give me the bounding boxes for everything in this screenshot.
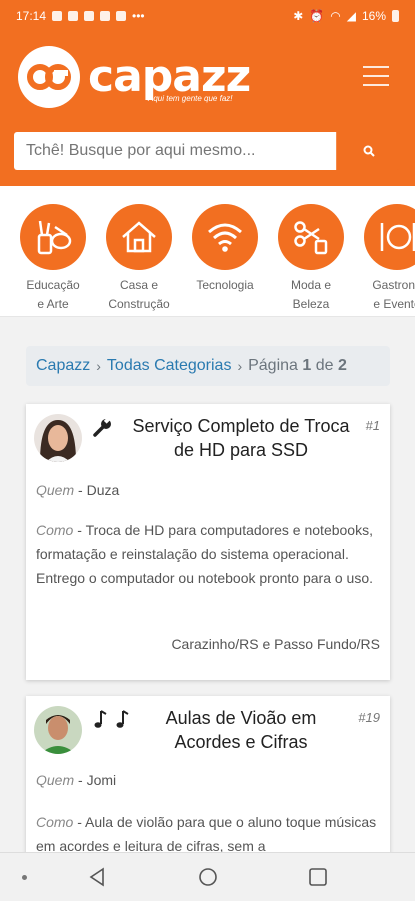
wifi-icon xyxy=(208,223,242,252)
category-icon-circle xyxy=(106,204,172,270)
listing-location: Carazinho/RS e Passo Fundo/RS xyxy=(171,636,380,652)
who-label: Quem xyxy=(36,482,75,498)
category-fashion-beauty[interactable]: Moda e Beleza xyxy=(268,204,354,314)
scissors-icon xyxy=(294,221,328,255)
who-label: Quem xyxy=(36,772,75,788)
mail-icon xyxy=(116,11,127,21)
breadcrumb: Capazz › Todas Categorias › Página 1 de … xyxy=(26,346,390,386)
breadcrumb-page-total: 2 xyxy=(338,357,347,374)
category-label: Educação xyxy=(26,278,80,292)
breadcrumb-separator: › xyxy=(237,358,243,374)
logo-wordmark: capazz xyxy=(88,51,251,102)
status-bar: 17:14 ••• ✱ ⏰ ◠ ◢ 16% xyxy=(0,0,415,32)
category-icon-circle xyxy=(20,204,86,270)
category-label: Beleza xyxy=(292,297,330,311)
bluetooth-icon: ✱ xyxy=(293,9,304,23)
upload-icon xyxy=(52,11,63,21)
how-label: Como xyxy=(36,522,74,538)
nav-dot-icon xyxy=(22,875,27,880)
listing-number: #1 xyxy=(365,418,380,433)
avatar xyxy=(34,414,82,462)
category-label: Moda e xyxy=(290,278,332,292)
category-label: Casa e xyxy=(119,278,159,292)
how-label: Como xyxy=(36,814,74,830)
breadcrumb-page-current: 1 xyxy=(302,357,312,374)
category-icon-circle xyxy=(192,204,258,270)
search-input[interactable] xyxy=(14,132,336,170)
category-carousel[interactable]: Educação e Arte Casa e Construção Tecnolog… xyxy=(0,186,415,317)
category-home-construction[interactable]: Casa e Construção xyxy=(96,204,182,314)
search-icon xyxy=(363,145,375,157)
hamburger-line xyxy=(363,84,389,86)
avatar xyxy=(34,706,82,754)
menu-button[interactable] xyxy=(363,66,389,86)
breadcrumb-separator: › xyxy=(96,358,101,374)
wifi-status-icon: ◠ xyxy=(330,9,341,23)
back-icon[interactable] xyxy=(88,867,106,887)
palette-icon xyxy=(37,220,72,255)
alarm-icon: ⏰ xyxy=(309,9,325,23)
category-label: Construção xyxy=(108,297,170,311)
music-notes-icon xyxy=(94,710,129,728)
breadcrumb-page-label: Página xyxy=(248,357,298,374)
listing-author: Quem - Duza xyxy=(36,482,120,498)
system-nav-bar xyxy=(0,852,415,901)
category-education-art[interactable]: Educação e Arte xyxy=(10,204,96,314)
listing-author: Quem - Jomi xyxy=(36,772,117,788)
category-label: e Evento xyxy=(373,297,415,311)
tagline: Aqui tem gente que faz! xyxy=(148,94,233,103)
category-label: Gastrono xyxy=(372,278,415,292)
listing-description: Como - Troca de HD para computadores e n… xyxy=(36,522,374,586)
category-label: e Arte xyxy=(37,297,69,311)
battery-level: 16% xyxy=(361,9,386,23)
home-icon[interactable] xyxy=(198,867,218,887)
site-header: capazz Aqui tem gente que faz! xyxy=(0,32,415,186)
listing-card[interactable]: Aulas de Vioão em Acordes e Cifras #19 Q… xyxy=(26,696,390,866)
category-technology[interactable]: Tecnologia xyxy=(182,204,268,295)
listing-card[interactable]: Serviço Completo de Troca de HD para SSD… xyxy=(26,404,390,680)
breadcrumb-page-of: de xyxy=(315,357,334,374)
category-gastronomy-events[interactable]: Gastrono e Evento xyxy=(354,204,415,314)
breadcrumb-home-link[interactable]: Capazz xyxy=(36,357,90,375)
facebook-icon xyxy=(100,11,111,21)
listing-title[interactable]: Serviço Completo de Troca de HD para SSD xyxy=(132,414,350,462)
search-bar xyxy=(14,132,400,170)
category-icon-circle xyxy=(364,204,415,270)
signal-icon: ◢ xyxy=(346,9,356,23)
description-text: Troca de HD para computadores e notebook… xyxy=(36,522,374,586)
app-icon xyxy=(68,11,79,21)
clock: 17:14 xyxy=(16,9,47,23)
listing-description: Como - Aula de violão para que o aluno t… xyxy=(36,814,377,854)
description-text: Aula de violão para que o aluno toque mú… xyxy=(36,814,377,854)
category-label: Tecnologia xyxy=(196,278,254,292)
search-button[interactable] xyxy=(336,132,400,170)
wrench-icon xyxy=(93,417,111,437)
listing-title[interactable]: Aulas de Vioão em Acordes e Cifras xyxy=(132,706,350,754)
house-icon xyxy=(122,221,156,253)
recent-apps-icon[interactable] xyxy=(308,867,328,887)
breadcrumb-categories-link[interactable]: Todas Categorias xyxy=(107,357,232,375)
more-icon: ••• xyxy=(132,9,145,23)
hamburger-line xyxy=(363,66,389,68)
logo-mark-icon xyxy=(18,46,80,108)
category-icon-circle xyxy=(278,204,344,270)
app-icon xyxy=(84,11,95,21)
author-name: Duza xyxy=(86,482,120,498)
hamburger-line xyxy=(363,75,389,77)
plate-cutlery-icon xyxy=(380,223,415,251)
listing-number: #19 xyxy=(358,710,380,725)
author-name: Jomi xyxy=(86,772,117,788)
battery-icon xyxy=(392,10,399,22)
